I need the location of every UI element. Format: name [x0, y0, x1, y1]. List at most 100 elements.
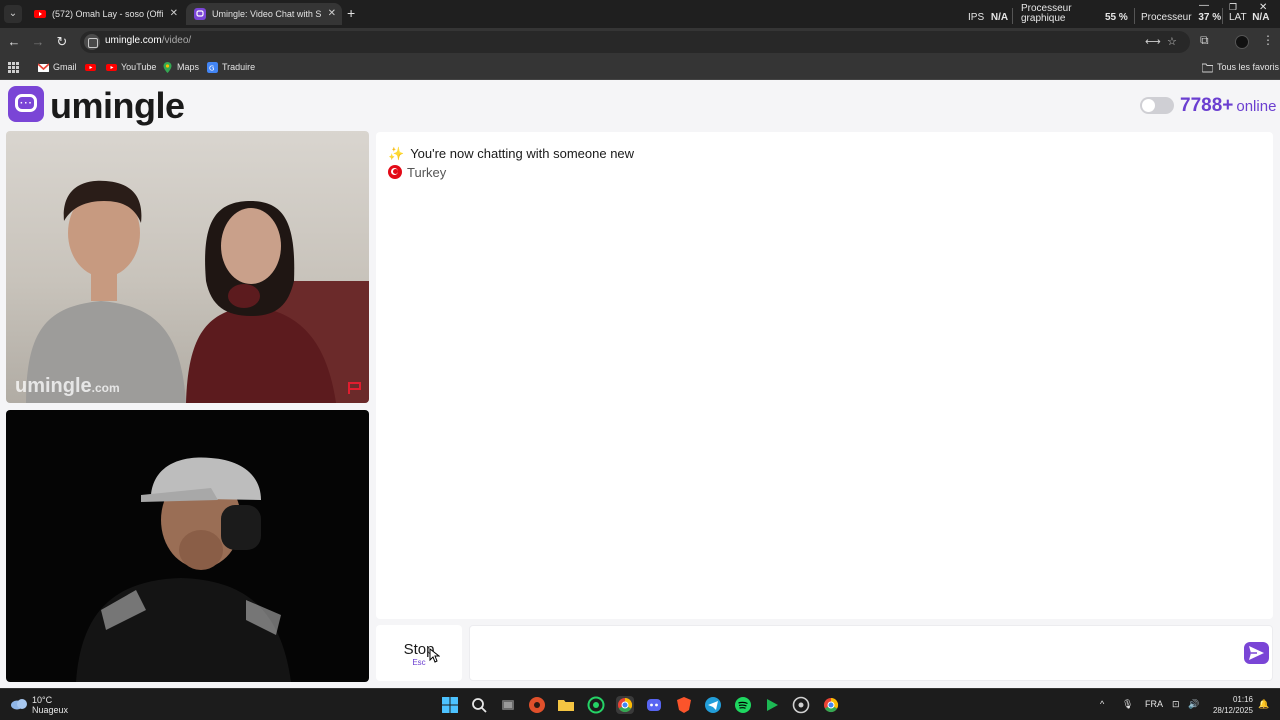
back-arrow-icon[interactable]: ← [4, 32, 24, 52]
weather-condition: Nuageux [32, 705, 69, 715]
weather-widget[interactable]: 10°C Nuageux [10, 695, 68, 715]
notification-bell-icon[interactable]: 🔔 [1258, 699, 1269, 710]
spotify-icon[interactable] [734, 696, 752, 714]
apps-grid-icon[interactable] [8, 62, 19, 73]
bookmark-star-icon[interactable]: ☆ [1167, 35, 1177, 48]
bookmark-youtube[interactable]: YouTube [106, 61, 156, 74]
perf-divider [1012, 8, 1013, 24]
cloud-icon [11, 699, 27, 710]
close-tab-icon[interactable]: ✕ [328, 3, 336, 25]
chrome-profile-icon[interactable] [822, 696, 840, 714]
toggle-knob [1142, 99, 1155, 112]
umingle-favicon-icon [194, 8, 206, 20]
youtube-icon [85, 64, 96, 71]
brave-browser-icon[interactable] [528, 696, 546, 714]
input-language[interactable]: FRA [1145, 699, 1163, 709]
bookmark-maps[interactable]: Maps [162, 61, 199, 74]
umingle-page: ··· umingle 7788+ online umingle.com ✨ Y… [0, 80, 1280, 688]
system-message: ✨ You're now chatting with someone new [388, 146, 634, 162]
show-hidden-icons-icon[interactable]: ^ [1100, 699, 1104, 709]
stop-button-label: Stop [403, 641, 435, 658]
all-bookmarks-label: Tous les favoris [1217, 62, 1280, 72]
send-button[interactable] [1244, 642, 1269, 664]
message-input[interactable] [469, 625, 1273, 681]
system-clock[interactable]: 01:16 28/12/2025 [1207, 694, 1253, 716]
whatsapp-icon[interactable] [587, 696, 605, 714]
reload-icon[interactable]: ↻ [52, 32, 72, 52]
telegram-icon[interactable] [704, 696, 722, 714]
browser-tab-strip: ⌄ (572) Omah Lay - soso (Offi ✕ Umingle:… [0, 0, 1280, 28]
tab-search-button[interactable]: ⌄ [4, 5, 22, 23]
perf-gpu-value: 55 % [1105, 12, 1128, 23]
network-icon[interactable]: ⊡ [1172, 699, 1180, 710]
chat-log: ✨ You're now chatting with someone new Tu… [376, 132, 1273, 619]
youtube-icon [106, 64, 117, 71]
country-name: Turkey [407, 165, 447, 180]
umingle-watermark: umingle.com [15, 375, 120, 398]
close-tab-icon[interactable]: ✕ [170, 3, 178, 25]
new-tab-button[interactable]: + [347, 3, 355, 23]
perf-ips: IPS N/A [968, 12, 1008, 23]
mouse-cursor-icon [429, 648, 440, 663]
perf-ips-value: N/A [990, 12, 1009, 23]
system-message-text: You're now chatting with someone new [410, 146, 635, 161]
url-text[interactable]: umingle.com/video/ [105, 35, 191, 46]
forward-arrow-icon[interactable]: → [28, 32, 48, 52]
windows-start-icon[interactable] [441, 696, 459, 714]
profile-avatar[interactable] [1235, 35, 1249, 49]
all-bookmarks[interactable]: Tous les favoris [1202, 61, 1279, 74]
address-bar[interactable]: umingle.com/video/ ⟷ ☆ [80, 31, 1190, 53]
perf-gpu: Processeur graphique [1021, 4, 1072, 24]
os-taskbar: 10°C Nuageux ^ 🎙 FRA ⊡ 🔊 01:16 28/12/202… [0, 688, 1280, 720]
minimize-icon[interactable]: — [1199, 0, 1209, 11]
url-path: /video/ [161, 35, 192, 46]
chrome-icon[interactable] [616, 696, 634, 714]
stop-shortcut-hint: Esc [412, 658, 426, 667]
bookmark-translate[interactable]: G Traduire [207, 61, 255, 74]
clock-date: 28/12/2025 [1212, 706, 1253, 715]
clock-time: 01:16 [1232, 695, 1253, 704]
stranger-country: Turkey [388, 165, 446, 180]
tab-youtube[interactable]: (572) Omah Lay - soso (Offi ✕ [26, 3, 184, 25]
stop-button[interactable]: Stop Esc [376, 625, 462, 681]
svg-text:G: G [209, 65, 214, 73]
tab-umingle[interactable]: Umingle: Video Chat with S ✕ [186, 3, 342, 25]
game-launcher-icon[interactable] [763, 696, 781, 714]
watermark-suffix: .com [91, 381, 120, 395]
search-icon[interactable] [470, 696, 488, 714]
task-view-icon[interactable] [499, 696, 517, 714]
site-info-icon[interactable] [84, 34, 100, 50]
perf-lat: LAT N/A [1229, 12, 1269, 23]
kebab-menu-icon[interactable]: ⋮ [1262, 33, 1274, 47]
stranger-video: umingle.com [6, 131, 369, 403]
brave-shield-icon[interactable] [675, 696, 693, 714]
obs-icon[interactable] [792, 696, 810, 714]
theme-toggle[interactable] [1140, 97, 1174, 114]
file-explorer-icon[interactable] [557, 696, 575, 714]
youtube-icon [34, 10, 46, 18]
bookmark-label: Traduire [222, 62, 256, 72]
logo-text: umingle [50, 85, 185, 126]
perf-gpu-label-2: graphique [1021, 13, 1066, 24]
online-label: online [1236, 98, 1277, 115]
bookmark-gmail[interactable]: Gmail [38, 61, 77, 74]
perf-divider [1134, 8, 1135, 24]
perf-cpu-value: 37 % [1198, 12, 1222, 23]
tab-title: (572) Omah Lay - soso (Offi [52, 9, 164, 19]
extensions-icon[interactable]: ⧉ [1200, 33, 1209, 48]
url-domain: umingle.com [105, 35, 162, 46]
temperature: 10°C [32, 695, 53, 705]
perf-divider [1222, 8, 1223, 24]
volume-icon[interactable]: 🔊 [1188, 699, 1199, 710]
send-icon [1249, 646, 1264, 660]
watermark-main: umingle [15, 375, 92, 397]
tab-title: Umingle: Video Chat with S [212, 9, 322, 19]
stranger-video-feed [26, 180, 369, 403]
window-close-icon[interactable]: ✕ [1259, 2, 1267, 13]
sparkles-icon: ✨ [388, 146, 405, 161]
microphone-icon[interactable]: 🎙 [1122, 699, 1133, 710]
report-flag-icon[interactable] [347, 381, 363, 395]
restore-icon[interactable]: ❐ [1229, 2, 1237, 13]
translate-icon[interactable]: ⟷ [1145, 35, 1161, 48]
discord-icon[interactable] [645, 696, 663, 714]
